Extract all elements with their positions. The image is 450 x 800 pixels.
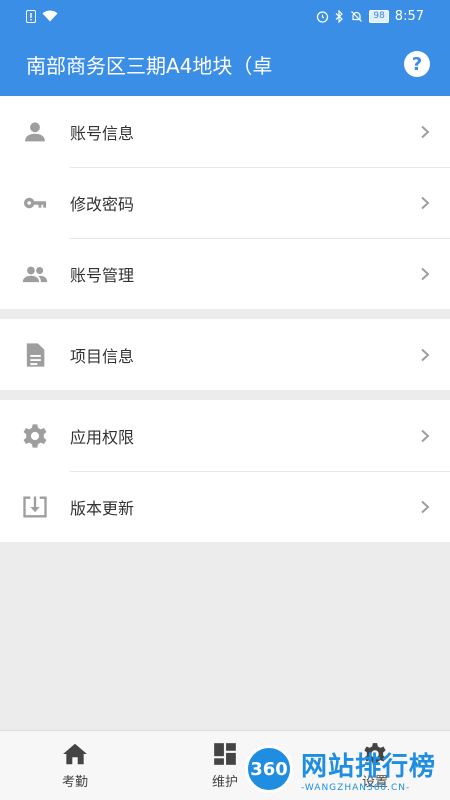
watermark-text: 网站排行榜	[301, 751, 437, 782]
menu-item-label: 项目信息	[70, 346, 135, 366]
home-icon	[63, 743, 87, 765]
mute-bell-icon	[351, 10, 363, 22]
chevron-right-icon	[421, 348, 430, 361]
people-icon	[22, 266, 48, 282]
watermark: 360 网站排行榜 -WANGZHAN360.CN-	[245, 738, 450, 800]
menu-item-label: 版本更新	[70, 498, 135, 518]
app-group: 应用权限 版本更新	[0, 400, 450, 542]
status-time: 8:57	[394, 8, 424, 24]
menu-item-label: 账号信息	[70, 123, 135, 143]
key-icon	[23, 197, 47, 208]
menu-item-account-management[interactable]: 账号管理	[0, 238, 450, 309]
menu-item-app-permissions[interactable]: 应用权限	[0, 400, 450, 471]
battery-indicator: 98	[369, 9, 389, 23]
menu-item-label: 账号管理	[70, 265, 135, 285]
chevron-right-icon	[421, 196, 430, 209]
person-icon	[25, 121, 45, 141]
download-icon	[23, 496, 47, 517]
menu-item-label: 修改密码	[70, 194, 135, 214]
page-title: 南部商务区三期A4地块（卓	[26, 53, 273, 78]
wifi-icon	[42, 10, 58, 22]
sim-alert-icon	[26, 9, 36, 23]
tab-attendance[interactable]: 考勤	[0, 731, 150, 800]
project-group: 项目信息	[0, 319, 450, 390]
gear-icon	[23, 423, 47, 448]
watermark-url: -WANGZHAN360.CN-	[301, 782, 411, 793]
chevron-right-icon	[421, 267, 430, 280]
account-group: 账号信息 修改密码 账号管理	[0, 96, 450, 309]
chevron-right-icon	[421, 125, 430, 138]
app-bar: 南部商务区三期A4地块（卓 ?	[0, 32, 450, 96]
chevron-right-icon	[421, 429, 430, 442]
help-button[interactable]: ?	[404, 51, 430, 77]
tab-label: 考勤	[61, 775, 88, 790]
alarm-icon	[317, 10, 329, 23]
settings-list: 账号信息 修改密码 账号管理 项目信息 应用权限 版本更新	[0, 96, 450, 552]
tab-label: 维护	[211, 775, 238, 790]
menu-item-version-update[interactable]: 版本更新	[0, 471, 450, 542]
dashboard-icon	[214, 743, 236, 765]
menu-item-change-password[interactable]: 修改密码	[0, 167, 450, 238]
bluetooth-icon	[335, 9, 344, 23]
menu-item-account-info[interactable]: 账号信息	[0, 96, 450, 167]
status-bar: 98 8:57	[0, 0, 450, 32]
document-icon	[26, 342, 45, 367]
menu-item-label: 应用权限	[70, 427, 135, 447]
chevron-right-icon	[421, 500, 430, 513]
watermark-badge: 360	[245, 745, 293, 793]
menu-item-project-info[interactable]: 项目信息	[0, 319, 450, 390]
